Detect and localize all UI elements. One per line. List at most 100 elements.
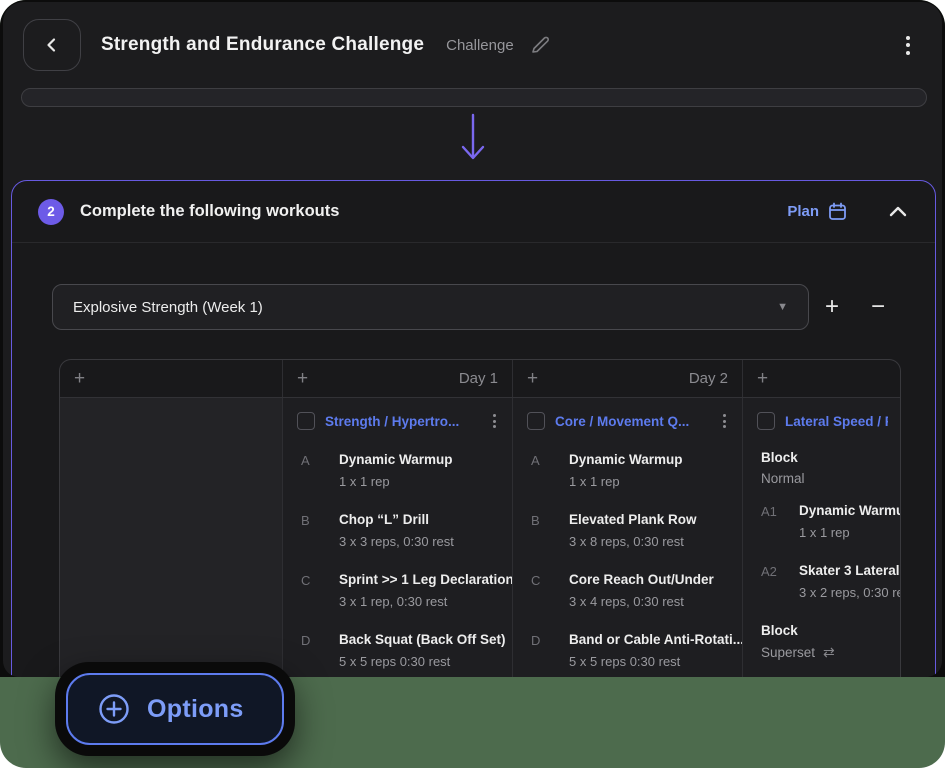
- exercise-tag: D: [301, 632, 325, 669]
- step-card-header: 2 Complete the following workouts Plan: [12, 181, 935, 243]
- workout-title[interactable]: Lateral Speed / Ply: [785, 414, 888, 429]
- day-1-label: Day 1: [459, 370, 498, 387]
- edit-pencil-icon[interactable]: [530, 35, 550, 55]
- step-2-card: 2 Complete the following workouts Plan E…: [11, 180, 936, 677]
- exercise-detail: 5 x 5 reps 0:30 rest: [569, 654, 743, 669]
- exercise-detail: 1 x 1 rep: [569, 474, 683, 489]
- page-title: Strength and Endurance Challenge: [101, 34, 424, 56]
- exercise-tag: A: [301, 452, 325, 489]
- day-2-label: Day 2: [689, 370, 728, 387]
- workout-title[interactable]: Core / Movement Q...: [555, 414, 709, 429]
- exercise-name: Dynamic Warmup: [339, 452, 453, 467]
- week-select-dropdown[interactable]: Explosive Strength (Week 1) ▼: [52, 284, 809, 330]
- workout-card-day3: Lateral Speed / Ply Block Normal A1 Dyna…: [743, 398, 900, 677]
- block-label: Block: [761, 623, 890, 638]
- exercise-row[interactable]: B Chop “L” Drill 3 x 3 reps, 0:30 rest: [301, 512, 502, 549]
- workout-header: Lateral Speed / Ply: [755, 408, 890, 442]
- add-cell-button[interactable]: +: [757, 369, 768, 388]
- exercise-detail: 3 x 4 reps, 0:30 rest: [569, 594, 714, 609]
- board-column-empty: [60, 398, 283, 677]
- exercise-row[interactable]: D Band or Cable Anti-Rotati... 5 x 5 rep…: [531, 632, 732, 669]
- flow-arrow-down-icon: [3, 112, 942, 164]
- step-number-badge: 2: [38, 199, 64, 225]
- plan-calendar-icon: [828, 202, 847, 221]
- exercise-detail: 3 x 8 reps, 0:30 rest: [569, 534, 697, 549]
- plan-button[interactable]: Plan: [787, 202, 847, 221]
- workout-menu-icon[interactable]: [489, 412, 500, 430]
- workout-title[interactable]: Strength / Hypertro...: [325, 414, 479, 429]
- workout-card-day2: Core / Movement Q... A Dynamic Warmup 1 …: [513, 398, 743, 677]
- exercise-tag: B: [301, 512, 325, 549]
- remove-week-button[interactable]: −: [855, 295, 901, 319]
- header: Strength and Endurance Challenge Challen…: [3, 2, 942, 88]
- kebab-menu-icon[interactable]: [902, 32, 914, 59]
- previous-step-card-sliver: [21, 88, 927, 107]
- collapse-chevron-icon[interactable]: [889, 206, 907, 217]
- exercise-row[interactable]: C Sprint >> 1 Leg Declarations 3 x 1 rep…: [301, 572, 502, 609]
- board-header-cell-day2: + Day 2: [513, 360, 743, 397]
- dropdown-caret-icon: ▼: [777, 301, 788, 313]
- superset-cycle-icon: ⇄: [823, 644, 835, 661]
- exercise-detail: 3 x 3 reps, 0:30 rest: [339, 534, 454, 549]
- block-type: Normal: [761, 471, 890, 486]
- exercise-tag: D: [531, 632, 555, 669]
- add-cell-button[interactable]: +: [527, 369, 538, 388]
- screenshot-frame: Strength and Endurance Challenge Challen…: [0, 0, 945, 768]
- step-title: Complete the following workouts: [80, 202, 339, 221]
- options-button[interactable]: Options: [66, 673, 284, 745]
- exercise-name: Back Squat (Back Off Set): [339, 632, 506, 647]
- options-button-highlight-ring: Options: [55, 662, 295, 756]
- options-button-label: Options: [147, 695, 244, 724]
- exercise-tag: C: [531, 572, 555, 609]
- workout-header: Strength / Hypertro...: [295, 408, 502, 442]
- block-label: Block: [761, 450, 890, 465]
- exercise-row[interactable]: A Dynamic Warmup 1 x 1 rep: [531, 452, 732, 489]
- exercise-row[interactable]: C Core Reach Out/Under 3 x 4 reps, 0:30 …: [531, 572, 732, 609]
- plus-circle-icon: [98, 693, 130, 725]
- board-header-row: + + Day 1 + Day 2 +: [60, 360, 900, 398]
- board-header-cell: +: [60, 360, 283, 397]
- board-body: Strength / Hypertro... A Dynamic Warmup …: [60, 398, 900, 677]
- exercise-row[interactable]: D Back Squat (Back Off Set) 5 x 5 reps 0…: [301, 632, 502, 669]
- exercise-tag: A: [531, 452, 555, 489]
- plan-label: Plan: [787, 203, 819, 220]
- add-week-button[interactable]: +: [809, 295, 855, 319]
- exercise-detail: 5 x 5 reps 0:30 rest: [339, 654, 506, 669]
- exercise-detail: 1 x 1 rep: [799, 525, 900, 540]
- back-button[interactable]: [23, 19, 81, 71]
- week-select-value: Explosive Strength (Week 1): [73, 299, 263, 316]
- workout-checkbox[interactable]: [297, 412, 315, 430]
- exercise-row[interactable]: A1 Dynamic Warmup 1 x 1 rep: [761, 503, 890, 540]
- exercise-detail: 1 x 1 rep: [339, 474, 453, 489]
- block-type: Superset ⇄: [761, 644, 890, 661]
- workout-header: Core / Movement Q...: [525, 408, 732, 442]
- exercise-row[interactable]: A Dynamic Warmup 1 x 1 rep: [301, 452, 502, 489]
- add-cell-button[interactable]: +: [74, 369, 85, 388]
- exercise-name: Chop “L” Drill: [339, 512, 454, 527]
- exercise-tag: B: [531, 512, 555, 549]
- exercise-name: Core Reach Out/Under: [569, 572, 714, 587]
- exercise-row[interactable]: B Elevated Plank Row 3 x 8 reps, 0:30 re…: [531, 512, 732, 549]
- exercise-name: Skater 3 Lateral Ho: [799, 563, 900, 578]
- board-header-cell-day1: + Day 1: [283, 360, 513, 397]
- workout-checkbox[interactable]: [527, 412, 545, 430]
- week-selector-row: Explosive Strength (Week 1) ▼ + −: [52, 284, 905, 330]
- workout-checkbox[interactable]: [757, 412, 775, 430]
- workout-board: + + Day 1 + Day 2 +: [59, 359, 901, 677]
- exercise-name: Dynamic Warmup: [799, 503, 900, 518]
- app-window: Strength and Endurance Challenge Challen…: [3, 2, 942, 677]
- add-cell-button[interactable]: +: [297, 369, 308, 388]
- workout-menu-icon[interactable]: [719, 412, 730, 430]
- exercise-name: Sprint >> 1 Leg Declarations: [339, 572, 513, 587]
- exercise-name: Elevated Plank Row: [569, 512, 697, 527]
- workout-card-day1: Strength / Hypertro... A Dynamic Warmup …: [283, 398, 513, 677]
- challenge-type-label: Challenge: [446, 37, 514, 54]
- exercise-tag: A2: [761, 563, 785, 600]
- back-chevron-icon: [44, 37, 60, 53]
- exercise-tag: A1: [761, 503, 785, 540]
- exercise-row[interactable]: A2 Skater 3 Lateral Ho 3 x 2 reps, 0:30 …: [761, 563, 890, 600]
- exercise-tag: C: [301, 572, 325, 609]
- exercise-name: Band or Cable Anti-Rotati...: [569, 632, 743, 647]
- exercise-detail: 3 x 1 rep, 0:30 rest: [339, 594, 513, 609]
- exercise-detail: 3 x 2 reps, 0:30 re: [799, 585, 900, 600]
